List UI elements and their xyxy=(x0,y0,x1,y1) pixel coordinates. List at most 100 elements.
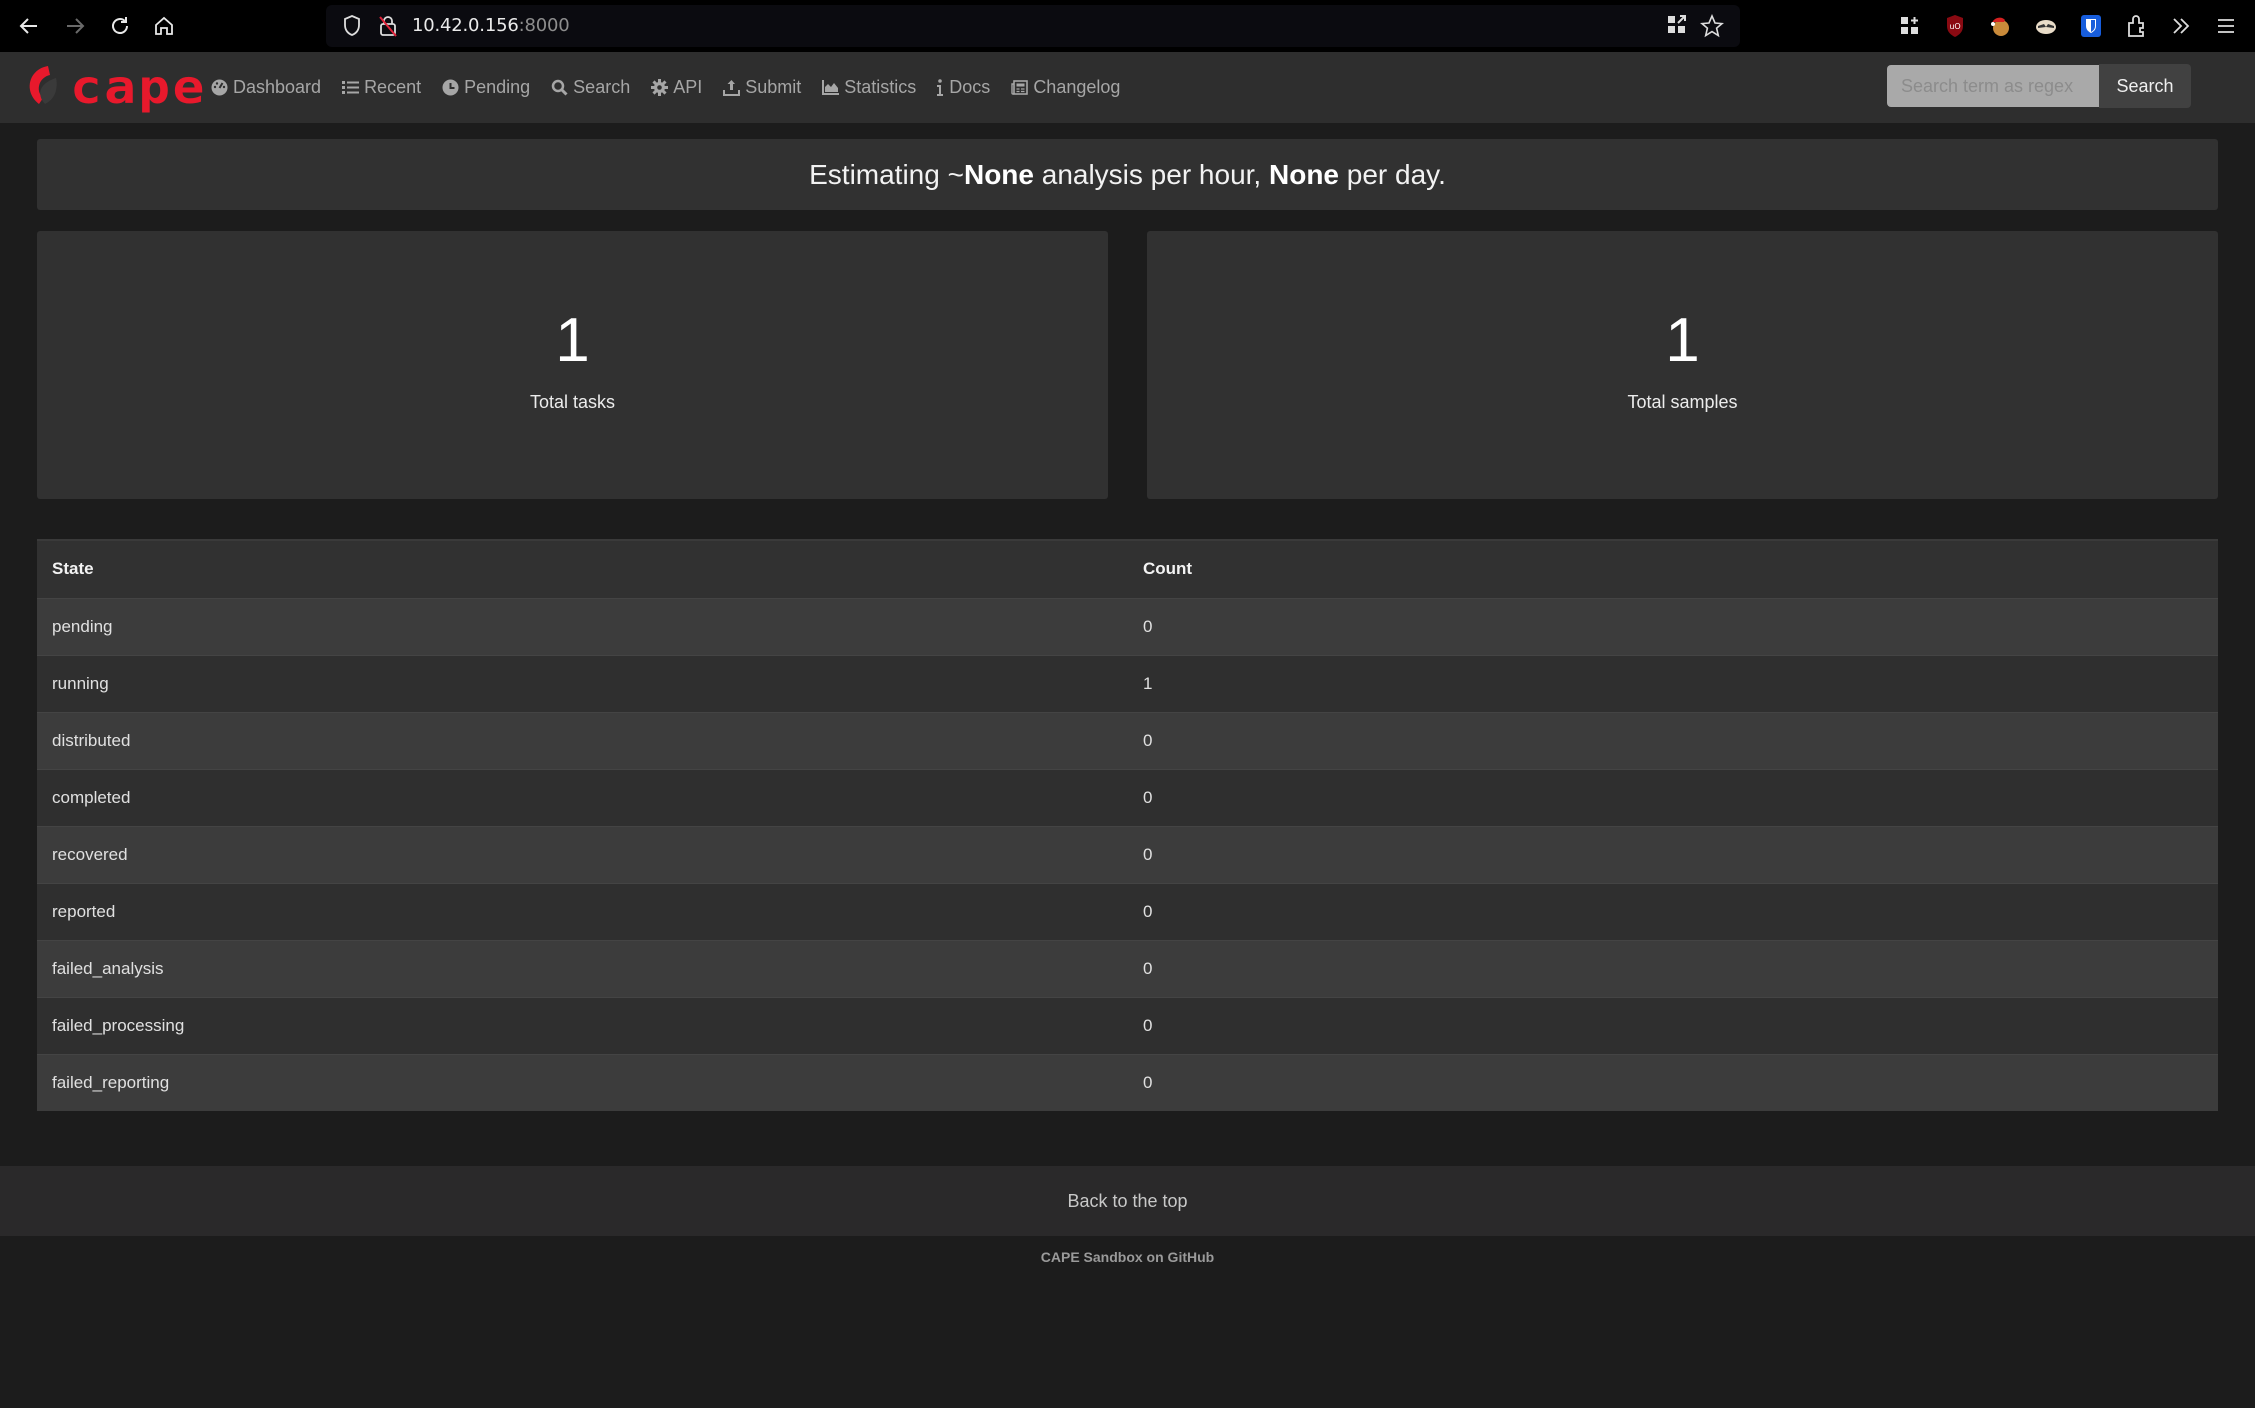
dashboard-icon xyxy=(210,79,228,97)
total-samples-label: Total samples xyxy=(1627,391,1738,412)
total-tasks-label: Total tasks xyxy=(529,391,616,412)
area-chart-icon xyxy=(821,79,839,97)
count-cell: 0 xyxy=(1143,787,1153,807)
menu-icon[interactable] xyxy=(2212,12,2240,40)
state-cell: reported xyxy=(52,901,116,921)
table-row: running 1 xyxy=(37,655,2218,712)
bitwarden-icon[interactable] xyxy=(2077,12,2105,40)
count-cell: 0 xyxy=(1143,958,1153,978)
cape-logo-text: cape xyxy=(70,60,207,114)
estimate-banner: Estimating ~None analysis per hour, None… xyxy=(37,139,2218,210)
nav-recent-label: Recent xyxy=(364,77,422,97)
count-cell: 0 xyxy=(1143,1015,1153,1035)
task-state-table: State Count pending 0 running 1 distributed 0… xyxy=(37,539,2218,1111)
search-input[interactable] xyxy=(1887,65,2099,107)
table-row: failed_reporting 0 xyxy=(37,1054,2218,1111)
bookmark-star-icon[interactable] xyxy=(1700,13,1724,43)
state-cell: pending xyxy=(52,616,113,636)
nav-recent[interactable]: Recent xyxy=(341,77,421,98)
shield-icon[interactable] xyxy=(342,14,362,43)
table-row: pending 0 xyxy=(37,598,2218,655)
state-cell: failed_analysis xyxy=(52,958,164,978)
search-button[interactable]: Search xyxy=(2099,64,2191,108)
nav-links: Dashboard Recent Pending Search API Subm… xyxy=(210,52,1140,123)
nav-pending-label: Pending xyxy=(464,77,531,97)
overflow-chevrons-icon[interactable] xyxy=(2167,12,2195,40)
nav-dashboard[interactable]: Dashboard xyxy=(210,77,321,98)
gear-icon xyxy=(650,79,668,97)
cape-logo-icon xyxy=(29,66,57,104)
table-row: recovered 0 xyxy=(37,826,2218,883)
total-samples-value: 1 xyxy=(1665,305,1700,375)
total-tasks-value: 1 xyxy=(555,305,590,375)
count-cell: 0 xyxy=(1143,616,1153,636)
state-cell: completed xyxy=(52,787,131,807)
table-row: failed_processing 0 xyxy=(37,997,2218,1054)
extensions-grid-icon[interactable] xyxy=(1896,12,1924,40)
nav-search[interactable]: Search xyxy=(550,77,630,98)
nav-api[interactable]: API xyxy=(650,77,702,98)
state-cell: running xyxy=(52,673,109,693)
newspaper-icon xyxy=(1010,79,1028,97)
table-row: failed_analysis 0 xyxy=(37,940,2218,997)
back-icon[interactable] xyxy=(15,12,43,40)
puzzle-icon[interactable] xyxy=(2122,12,2150,40)
nav-docs[interactable]: Docs xyxy=(936,77,990,98)
navbar: cape Dashboard Recent Pending Search API… xyxy=(0,52,2255,123)
home-icon[interactable] xyxy=(150,12,178,40)
back-to-top-link[interactable]: Back to the top xyxy=(1067,1191,1187,1212)
nav-submit-label: Submit xyxy=(745,77,802,97)
nav-changelog[interactable]: Changelog xyxy=(1010,77,1120,98)
count-column-header: Count xyxy=(1143,559,1193,579)
nav-pending[interactable]: Pending xyxy=(441,77,530,98)
url-bar[interactable]: 10.42.0.156:8000 xyxy=(326,5,1740,47)
info-icon xyxy=(936,79,944,97)
nav-statistics-label: Statistics xyxy=(844,77,917,97)
estimate-text: Estimating ~None analysis per hour, None… xyxy=(809,158,1446,190)
clock-icon xyxy=(441,79,459,97)
upload-icon xyxy=(722,79,740,97)
raccoon-icon[interactable] xyxy=(2032,12,2060,40)
count-cell: 1 xyxy=(1143,673,1153,693)
table-header-row: State Count xyxy=(37,540,2218,598)
nav-submit[interactable]: Submit xyxy=(722,77,801,98)
nav-search-label: Search xyxy=(573,77,631,97)
insecure-lock-icon[interactable] xyxy=(378,14,398,43)
table-row: reported 0 xyxy=(37,883,2218,940)
state-column-header: State xyxy=(52,559,94,579)
footer: Back to the top xyxy=(0,1166,2255,1236)
browser-toolbar: 10.42.0.156:8000 uO xyxy=(0,0,2255,52)
state-cell: distributed xyxy=(52,730,131,750)
nav-docs-label: Docs xyxy=(949,77,991,97)
forward-icon[interactable] xyxy=(61,12,89,40)
count-cell: 0 xyxy=(1143,1072,1153,1092)
reload-icon[interactable] xyxy=(106,12,134,40)
list-icon xyxy=(341,79,359,97)
cape-logo[interactable]: cape xyxy=(24,61,204,113)
per-hour-value: None xyxy=(963,158,1034,190)
nav-api-label: API xyxy=(673,77,703,97)
state-cell: recovered xyxy=(52,844,128,864)
svg-text:uO: uO xyxy=(1949,22,1960,31)
count-cell: 0 xyxy=(1143,844,1153,864)
total-tasks-card: 1 Total tasks xyxy=(37,231,1108,499)
nav-changelog-label: Changelog xyxy=(1033,77,1121,97)
reader-grid-icon[interactable] xyxy=(1666,14,1688,41)
state-cell: failed_processing xyxy=(52,1015,185,1035)
cookie-icon[interactable] xyxy=(1986,12,2014,40)
table-row: distributed 0 xyxy=(37,712,2218,769)
nav-statistics[interactable]: Statistics xyxy=(821,77,916,98)
total-samples-card: 1 Total samples xyxy=(1147,231,2218,499)
count-cell: 0 xyxy=(1143,901,1153,921)
per-day-value: None xyxy=(1269,158,1339,190)
count-cell: 0 xyxy=(1143,730,1153,750)
ublock-icon[interactable]: uO xyxy=(1941,12,1969,40)
state-cell: failed_reporting xyxy=(52,1072,170,1092)
github-link[interactable]: CAPE Sandbox on GitHub xyxy=(0,1249,2255,1265)
table-row: completed 0 xyxy=(37,769,2218,826)
navbar-search-form: Search xyxy=(1887,64,2191,108)
search-icon xyxy=(550,79,568,97)
nav-dashboard-label: Dashboard xyxy=(233,77,322,97)
table-body: pending 0 running 1 distributed 0 completed 0 re… xyxy=(37,598,2218,1111)
url-text: 10.42.0.156:8000 xyxy=(412,15,570,36)
